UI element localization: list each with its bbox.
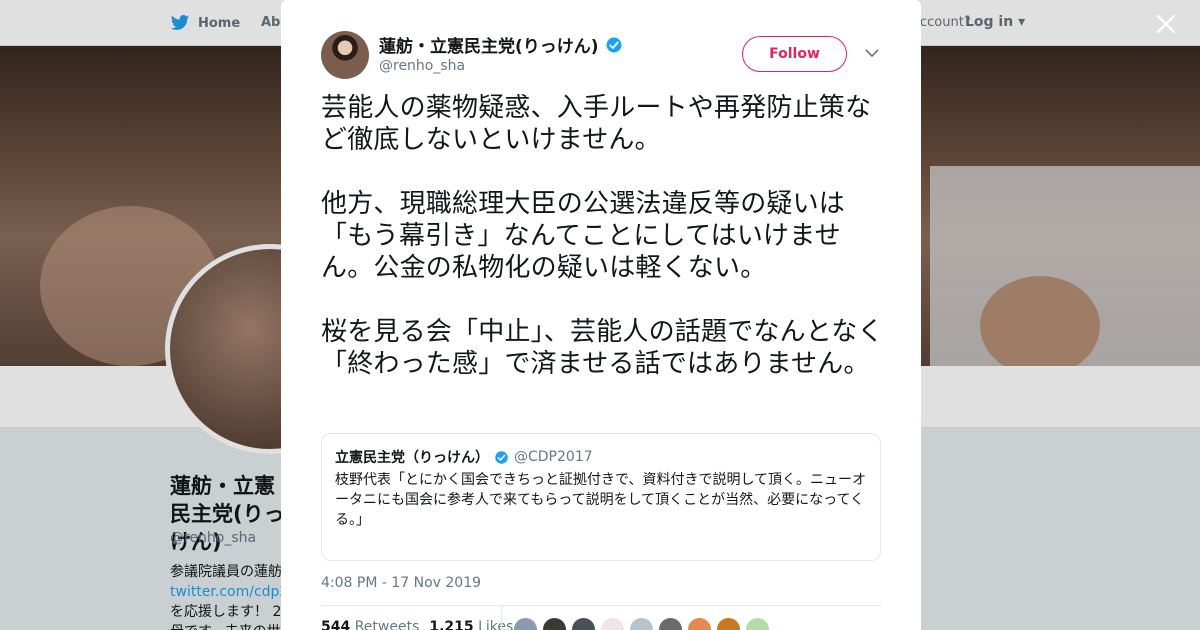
liker-avatar[interactable]	[513, 617, 538, 630]
divider	[501, 606, 502, 630]
liker-avatar[interactable]	[716, 617, 741, 630]
verified-badge-icon	[606, 37, 622, 52]
quoted-tweet-text: 枝野代表「とにかく国会できちっと証拠付きで、資料付きで説明して頂く。ニューオータ…	[335, 472, 867, 528]
tweet-stats: 544 Retweets 1,215 Likes	[321, 619, 513, 630]
likes-label: Likes	[478, 619, 514, 630]
follow-button[interactable]: Follow	[742, 36, 847, 72]
liker-avatar[interactable]	[658, 617, 683, 630]
author-name: 蓮舫・立憲民主党(りっけん)	[379, 37, 599, 57]
author-name-row[interactable]: 蓮舫・立憲民主党(りっけん)	[379, 32, 623, 57]
retweets-count: 544	[321, 619, 351, 630]
liker-avatar[interactable]	[542, 617, 567, 630]
liker-avatar[interactable]	[629, 617, 654, 630]
tweet-text: 芸能人の薬物疑惑、入手ルートや再発防止策など徹底しないといけません。 他方、現職…	[321, 93, 884, 379]
tweet-modal: 蓮舫・立憲民主党(りっけん) @renho_sha Follow 芸能人の薬物疑…	[281, 0, 921, 630]
tweet-timestamp[interactable]: 4:08 PM - 17 Nov 2019	[321, 575, 481, 591]
liker-avatars	[513, 617, 770, 630]
liker-avatar[interactable]	[687, 617, 712, 630]
liker-avatar[interactable]	[745, 617, 770, 630]
liker-avatar[interactable]	[571, 617, 596, 630]
quoted-author-name: 立憲民主党（りっけん）	[335, 450, 489, 466]
verified-badge-icon	[495, 450, 508, 464]
author-handle[interactable]: @renho_sha	[379, 58, 465, 74]
liker-avatar[interactable]	[600, 617, 625, 630]
author-avatar[interactable]	[321, 31, 369, 79]
quoted-author-handle: @CDP2017	[514, 449, 593, 465]
likes-count: 1,215	[429, 619, 474, 630]
chevron-down-icon[interactable]	[865, 48, 879, 58]
retweets-label: Retweets	[354, 619, 420, 630]
quoted-tweet-header: 立憲民主党（りっけん） @CDP2017	[335, 447, 593, 467]
divider	[321, 605, 881, 606]
retweets-stat[interactable]: 544 Retweets	[321, 619, 419, 630]
quoted-tweet[interactable]: 立憲民主党（りっけん） @CDP2017 枝野代表「とにかく国会できちっと証拠付…	[321, 433, 881, 561]
close-icon[interactable]	[1154, 12, 1178, 36]
